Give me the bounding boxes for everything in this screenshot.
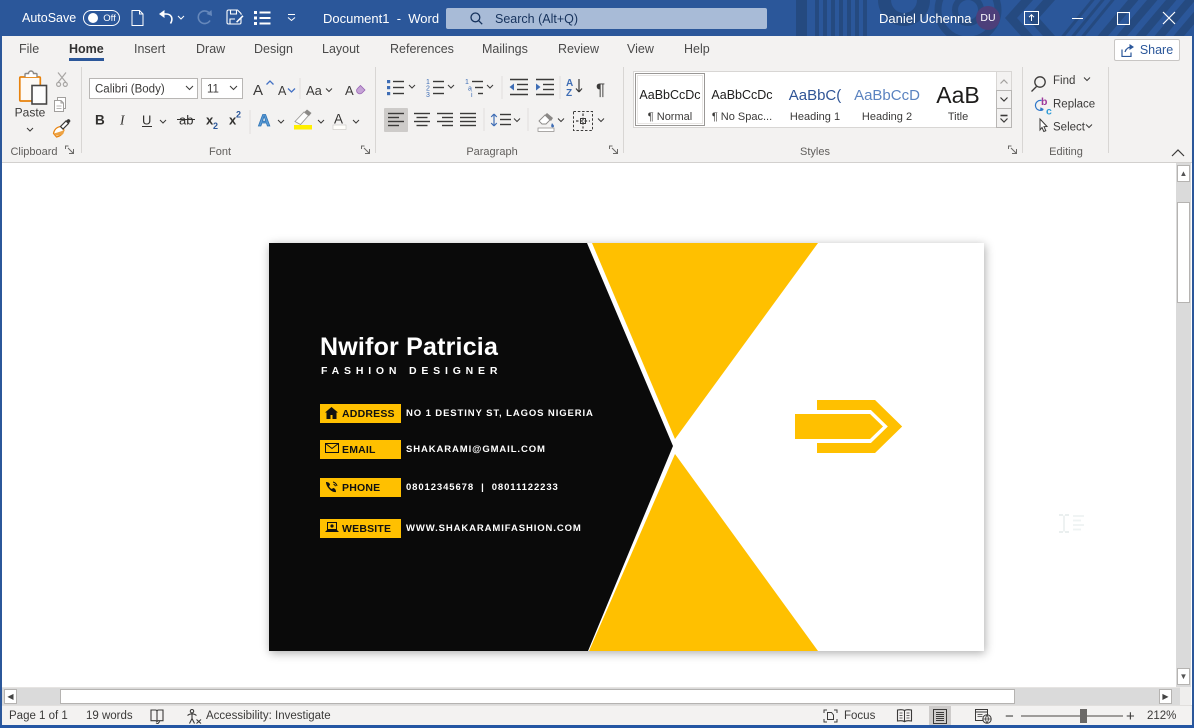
svg-text:¶: ¶ (596, 80, 605, 99)
svg-text:AaBbC(: AaBbC( (789, 87, 842, 104)
svg-text:AaBbCcDc: AaBbCcDc (711, 88, 772, 102)
svg-text:Calibri (Body): Calibri (Body) (95, 84, 165, 96)
svg-text:¶ No Spac...: ¶ No Spac... (712, 111, 772, 123)
svg-text:c: c (1046, 106, 1052, 118)
svg-text:AaBbCcD: AaBbCcD (854, 87, 920, 104)
svg-text:2: 2 (213, 121, 218, 131)
svg-text:¶ Normal: ¶ Normal (648, 111, 692, 123)
svg-text:Paste: Paste (15, 106, 46, 120)
svg-text:Aa: Aa (306, 83, 323, 98)
svg-text:Title: Title (948, 111, 968, 123)
svg-text:A: A (253, 82, 263, 99)
svg-text:A: A (334, 112, 343, 127)
svg-text:Select: Select (1053, 122, 1086, 134)
svg-text:A: A (258, 111, 270, 130)
svg-text:A: A (278, 84, 287, 98)
svg-text:Heading 1: Heading 1 (790, 111, 840, 123)
svg-text:Heading 2: Heading 2 (862, 111, 912, 123)
svg-text:3: 3 (426, 92, 430, 99)
svg-text:A: A (345, 83, 354, 98)
svg-text:Z: Z (566, 88, 572, 99)
svg-text:2: 2 (236, 110, 241, 120)
svg-text:i: i (471, 92, 473, 99)
svg-text:Find: Find (1053, 75, 1075, 87)
svg-text:I: I (119, 113, 126, 128)
svg-text:AaBbCcDc: AaBbCcDc (639, 88, 700, 102)
svg-text:AaB: AaB (936, 82, 979, 108)
svg-text:11: 11 (207, 84, 219, 96)
svg-text:B: B (95, 113, 105, 128)
svg-text:Replace: Replace (1053, 99, 1095, 111)
svg-text:U: U (142, 113, 151, 128)
